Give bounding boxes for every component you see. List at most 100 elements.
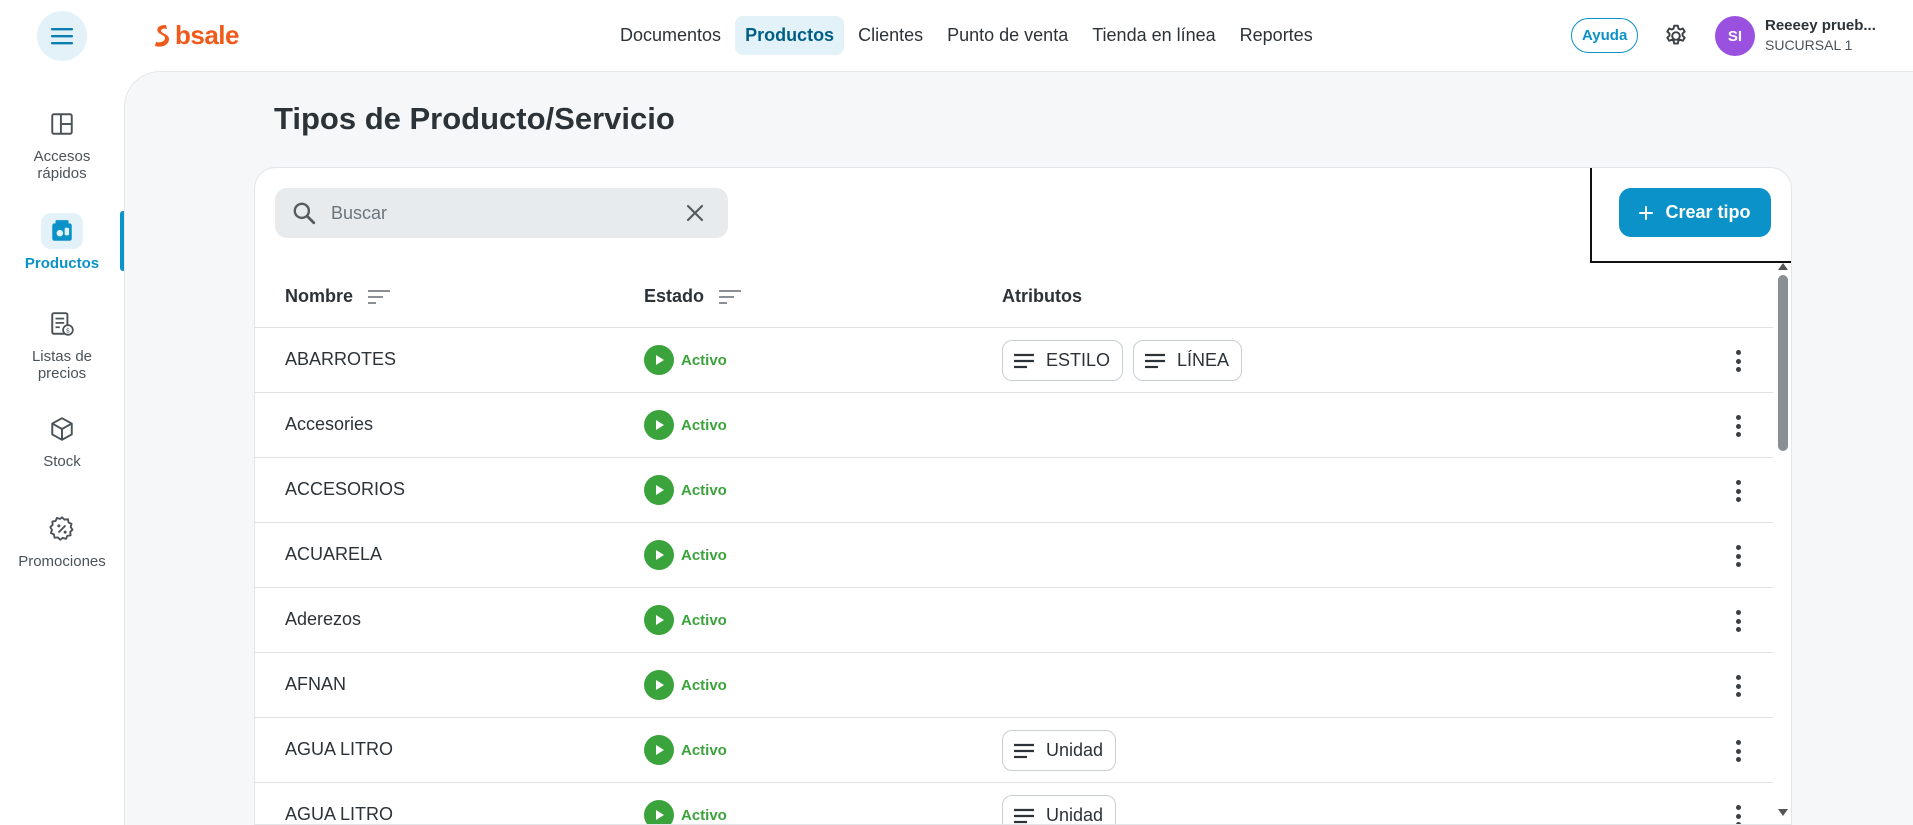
status-badge: Activo <box>644 605 727 635</box>
cell-name: ACCESORIOS <box>285 479 406 499</box>
play-icon <box>644 605 674 635</box>
column-label: Atributos <box>1002 286 1082 306</box>
products-icon <box>52 220 72 241</box>
hamburger-menu-button[interactable] <box>37 11 87 61</box>
sidebar-item-promociones[interactable]: Promociones <box>0 511 124 570</box>
table-row[interactable]: AGUA LITRO Activo Unidad <box>255 783 1773 825</box>
attribute-chip[interactable]: ESTILO <box>1002 340 1124 381</box>
more-options-icon[interactable] <box>1726 608 1750 634</box>
create-type-button[interactable]: Crear tipo <box>1619 188 1771 237</box>
sort-icon[interactable] <box>367 288 391 306</box>
table-row[interactable]: AFNAN Activo <box>255 653 1773 718</box>
bsale-logo-icon <box>155 24 169 47</box>
user-avatar[interactable]: SI <box>1715 16 1755 56</box>
play-icon <box>644 670 674 700</box>
promo-icon <box>49 516 74 541</box>
nav-punto-de-venta[interactable]: Punto de venta <box>937 16 1078 55</box>
settings-button[interactable] <box>1660 20 1692 52</box>
table-row[interactable]: Accesories Activo <box>255 393 1773 458</box>
search-input[interactable] <box>331 188 671 238</box>
play-icon <box>644 800 674 824</box>
logo-text: bsale <box>175 20 240 50</box>
play-icon <box>644 540 674 570</box>
status-text: Activo <box>681 741 727 759</box>
attribute-label: ESTILO <box>1046 350 1111 370</box>
cell-name: ABARROTES <box>285 349 397 369</box>
cell-name: ACUARELA <box>285 544 383 564</box>
nav-documentos[interactable]: Documentos <box>610 16 731 55</box>
sort-icon[interactable] <box>718 288 742 306</box>
sidebar-item-productos[interactable]: Productos <box>0 213 124 272</box>
play-icon <box>644 475 674 505</box>
table-row[interactable]: ACUARELA Activo <box>255 523 1773 588</box>
more-options-icon[interactable] <box>1726 738 1750 764</box>
nav-productos[interactable]: Productos <box>735 16 845 55</box>
sidebar-item-label: Accesos rápidos <box>33 148 91 183</box>
user-branch: SUCURSAL 1 <box>1765 37 1853 53</box>
table-row[interactable]: ABARROTES Activo ESTILO LÍNEA <box>255 328 1773 393</box>
menu-icon <box>51 28 73 45</box>
search-icon <box>293 202 316 225</box>
cell-name: Aderezos <box>285 609 362 629</box>
more-options-icon[interactable] <box>1726 543 1750 569</box>
attributes-cell: ESTILO LÍNEA <box>1002 340 1243 381</box>
sidebar-item-label: Productos <box>24 255 100 272</box>
scrollbar-thumb[interactable] <box>1778 275 1788 451</box>
status-badge: Activo <box>644 475 727 505</box>
play-icon <box>644 410 674 440</box>
cell-name: AFNAN <box>285 674 347 694</box>
layout-icon <box>51 113 73 135</box>
box-icon <box>51 417 73 441</box>
attribute-label: Unidad <box>1046 805 1104 825</box>
column-label: Estado <box>644 286 705 306</box>
scroll-up-arrow-icon[interactable] <box>1778 263 1788 270</box>
play-icon <box>644 345 674 375</box>
close-icon[interactable] <box>683 201 707 225</box>
more-options-icon[interactable] <box>1726 803 1750 824</box>
more-options-icon[interactable] <box>1726 348 1750 374</box>
nav-clientes[interactable]: Clientes <box>848 16 933 55</box>
help-button[interactable]: Ayuda <box>1571 18 1639 53</box>
table-row[interactable]: ACCESORIOS Activo <box>255 458 1773 523</box>
sidebar-item-label: Promociones <box>18 553 106 570</box>
nav-tienda-en-linea[interactable]: Tienda en línea <box>1082 16 1225 55</box>
cell-name: Accesories <box>285 414 374 434</box>
column-label: Nombre <box>285 286 354 306</box>
scroll-down-arrow-icon[interactable] <box>1778 809 1788 816</box>
bsale-logo[interactable]: bsale <box>153 20 240 51</box>
user-name: Reeeey prueb... <box>1765 17 1876 34</box>
status-text: Activo <box>681 416 727 434</box>
column-header-estado[interactable]: Estado <box>644 286 742 307</box>
search-box <box>275 188 728 238</box>
sidebar-item-stock[interactable]: Stock <box>0 411 124 470</box>
cell-name: AGUA LITRO <box>285 739 394 759</box>
attributes-cell: Unidad <box>1002 730 1117 771</box>
price-list-icon: $ <box>51 312 74 336</box>
text-lines-icon <box>1014 808 1034 823</box>
user-info[interactable]: Reeeey prueb... SUCURSAL 1 <box>1765 17 1905 53</box>
status-text: Activo <box>681 806 727 824</box>
status-text: Activo <box>681 351 727 369</box>
more-options-icon[interactable] <box>1726 413 1750 439</box>
table-row[interactable]: Aderezos Activo <box>255 588 1773 653</box>
sidebar-item-label: Listas de precios <box>31 348 93 383</box>
more-options-icon[interactable] <box>1726 673 1750 699</box>
sidebar-item-listas-de-precios[interactable]: $ Listas de precios <box>0 306 124 383</box>
status-text: Activo <box>681 611 727 629</box>
attribute-label: Unidad <box>1046 740 1104 760</box>
gear-icon <box>1666 24 1686 45</box>
attribute-chip[interactable]: Unidad <box>1002 795 1117 825</box>
text-lines-icon <box>1014 743 1034 758</box>
attribute-chip[interactable]: LÍNEA <box>1133 340 1243 381</box>
attribute-chip[interactable]: Unidad <box>1002 730 1117 771</box>
more-options-icon[interactable] <box>1726 478 1750 504</box>
table-row[interactable]: AGUA LITRO Activo Unidad <box>255 718 1773 783</box>
sidebar-item-accesos-rapidos[interactable]: Accesos rápidos <box>0 106 124 183</box>
column-header-nombre[interactable]: Nombre <box>285 286 391 307</box>
scrollbar[interactable] <box>1776 263 1790 824</box>
status-badge: Activo <box>644 540 727 570</box>
page-title: Tipos de Producto/Servicio <box>274 101 675 136</box>
sidebar: Accesos rápidos Productos $ Listas de pr… <box>0 71 125 825</box>
nav-reportes[interactable]: Reportes <box>1230 16 1323 55</box>
status-badge: Activo <box>644 345 727 375</box>
